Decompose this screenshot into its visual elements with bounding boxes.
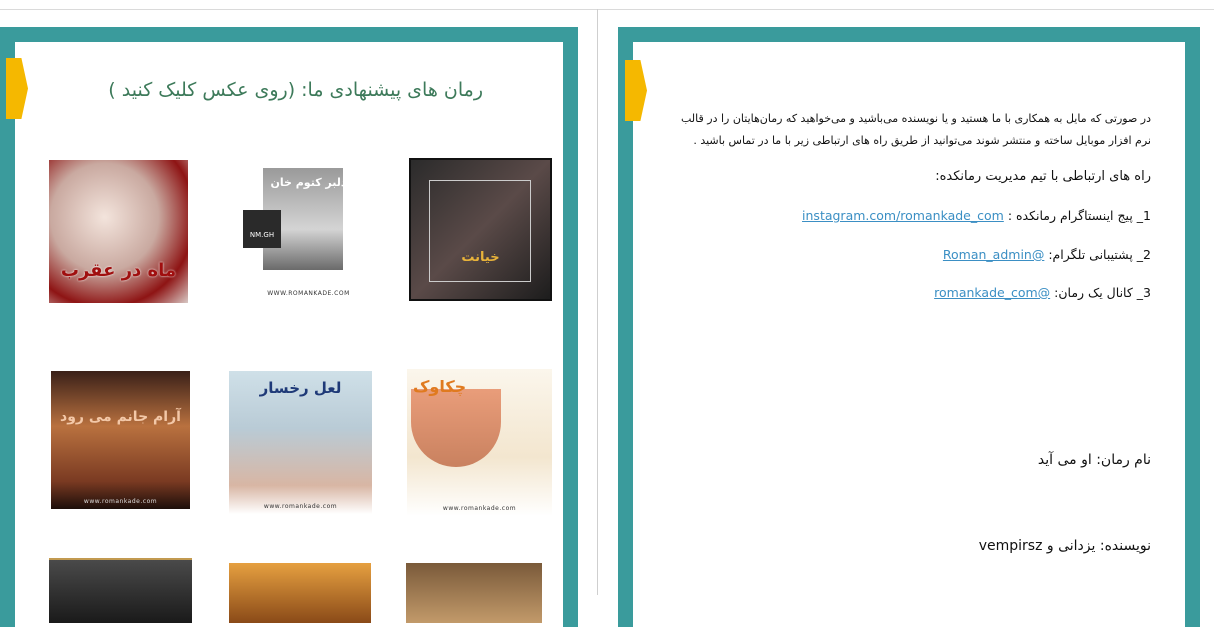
recommended-title: رمان های پیشنهادی ما: (روی عکس کلیک کنید… [108,79,483,101]
novel-author: نویسنده: یزدانی و vempirsz [978,538,1151,554]
bookmark-marker [625,60,647,121]
right-page-content: در صورتی که مایل به همکاری با ما هستید و… [625,42,1185,627]
author-badge: NM.GH [243,210,281,248]
right-page: در صورتی که مایل به همکاری با ما هستید و… [618,27,1200,627]
contact-channel: 3_ کانال یک رمان: romankade_com@ [934,285,1151,300]
bookmark-marker [6,58,28,119]
top-border [0,9,1214,10]
left-page: رمان های پیشنهادی ما: (روی عکس کلیک کنید… [0,27,578,627]
intro-paragraph: در صورتی که مایل به همکاری با ما هستید و… [681,112,1151,147]
novel-cover-5[interactable]: لعل رخسار www.romankade.com [229,371,372,514]
novel-cover-3[interactable]: ماه در عقرب [49,160,188,303]
channel-link[interactable]: romankade_com@ [934,285,1050,300]
novel-cover-9[interactable] [49,558,192,623]
novel-cover-4[interactable]: چکاوک www.romankade.com [407,369,552,516]
contact-title: راه های ارتباطی با تیم مدیریت رمانکده: [935,169,1151,184]
telegram-link[interactable]: Roman_admin@ [943,247,1044,262]
novel-cover-2[interactable]: دلبر کتوم خان NM.GH WWW.ROMANKADE.COM [237,158,380,301]
novel-cover-6[interactable]: آرام جانم می رود www.romankade.com [51,371,190,509]
page-divider [597,9,598,595]
left-page-content: رمان های پیشنهادی ما: (روی عکس کلیک کنید… [6,42,563,627]
instagram-link[interactable]: instagram.com/romankade_com [802,208,1004,223]
novel-cover-7[interactable] [406,563,542,623]
novel-cover-1[interactable]: خیانت [409,158,552,301]
contact-instagram: 1_ پیج اینستاگرام رمانکده : instagram.co… [802,208,1151,223]
novel-cover-8[interactable] [229,563,371,623]
novel-name: نام رمان: او می آید [1037,452,1151,468]
contact-telegram: 2_ پشتیبانی تلگرام: Roman_admin@ [942,247,1151,262]
